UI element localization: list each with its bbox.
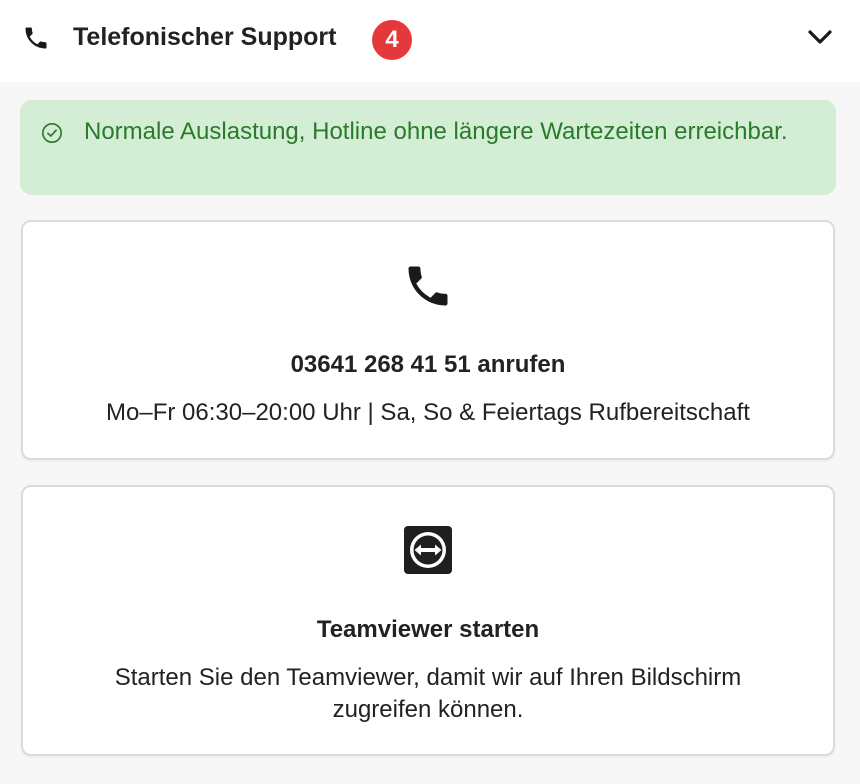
card-title: Teamviewer starten [316, 616, 540, 643]
status-alert: Normale Auslastung, Hotline ohne längere… [20, 100, 836, 195]
status-text: Normale Auslastung, Hotline ohne längere… [84, 118, 788, 145]
card-title: 03641 268 41 51 anrufen [290, 351, 566, 378]
notification-badge: 4 [372, 20, 412, 60]
teamviewer-icon [404, 526, 452, 574]
call-hotline-card[interactable]: 03641 268 41 51 anrufen Mo–Fr 06:30–20:0… [21, 220, 835, 460]
phone-icon [25, 27, 47, 49]
header-title: Telefonischer Support [73, 23, 337, 51]
support-header[interactable]: Telefonischer Support 4 [0, 0, 860, 82]
card-description: Starten Sie den Teamviewer, damit wir au… [114, 664, 742, 723]
teamviewer-card[interactable]: Teamviewer starten Starten Sie den Teamv… [21, 485, 835, 756]
check-circle-icon [42, 123, 62, 143]
card-description: Mo–Fr 06:30–20:00 Uhr | Sa, So & Feierta… [106, 399, 750, 426]
phone-icon [408, 266, 448, 306]
chevron-down-icon[interactable] [806, 26, 834, 48]
